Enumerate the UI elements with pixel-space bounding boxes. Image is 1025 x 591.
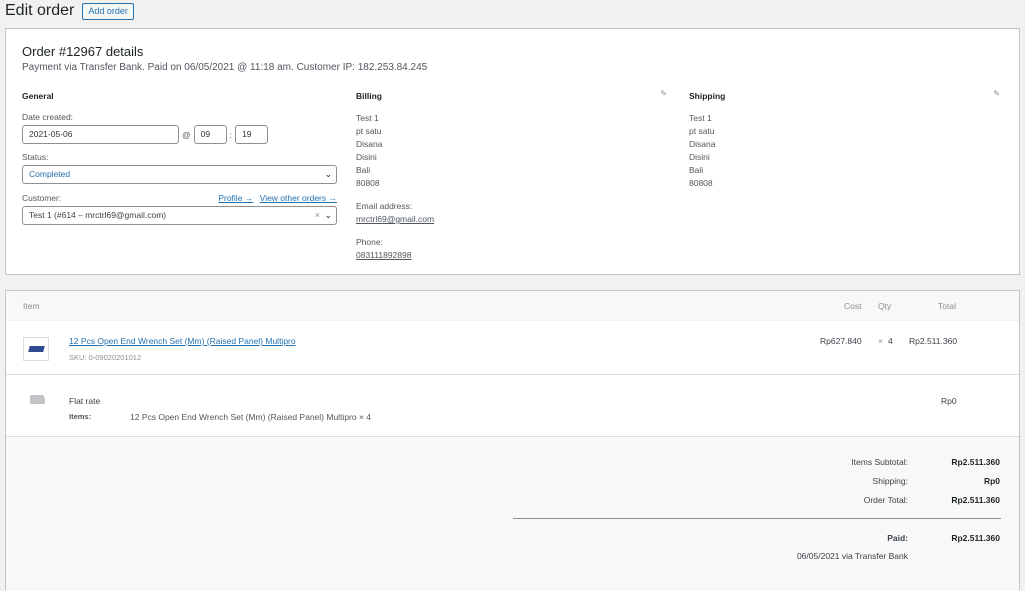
shipping-address-line: Disana <box>689 139 716 149</box>
shipping-column: ✎ Shipping Test 1 pt satu Disana Disini … <box>689 89 1004 200</box>
status-value: Completed <box>29 169 71 179</box>
billing-email: Email address: mrctrl69@gmail.com <box>356 200 671 226</box>
qty-multiplier: × <box>878 336 883 346</box>
shipping-line-total: Rp0 <box>941 396 957 406</box>
customer-select[interactable]: Test 1 (#614 – mrctrl69@gmail.com) × ⌄ <box>22 206 337 225</box>
billing-address-line: 80808 <box>356 178 380 188</box>
shipping-line-row: Flat rate Items: 12 Pcs Open End Wrench … <box>6 380 1019 437</box>
shipping-address: Test 1 pt satu Disana Disini Bali 80808 <box>689 112 1004 190</box>
billing-address-line: Bali <box>356 165 371 175</box>
edit-shipping-pencil-icon[interactable]: ✎ <box>993 89 1000 98</box>
subtotal-label: Items Subtotal: <box>851 457 908 467</box>
hour-input[interactable]: 09 <box>193 125 227 144</box>
date-created-label: Date created: <box>22 112 74 122</box>
billing-phone: Phone: 083111892898 <box>356 236 671 262</box>
order-total-value: Rp2.511.360 <box>951 495 1000 505</box>
shipping-total-row: Shipping: Rp0 <box>708 476 1000 486</box>
view-other-orders-link[interactable]: View other orders → <box>260 193 337 203</box>
order-heading: Order #12967 details <box>22 44 144 59</box>
header-item: Item <box>23 301 40 311</box>
billing-address-line: Disana <box>356 139 383 149</box>
paid-label: Paid: <box>887 533 908 543</box>
header-cost: Cost <box>844 301 862 311</box>
shipping-address-line: Disini <box>689 152 710 162</box>
billing-address-line: Disini <box>356 152 377 162</box>
order-meta: Payment via Transfer Bank. Paid on 06/05… <box>22 62 428 73</box>
product-thumbnail <box>23 337 49 361</box>
header-qty: Qty <box>878 301 892 311</box>
order-total-row: Order Total: Rp2.511.360 <box>708 495 1000 505</box>
shipping-method-name: Flat rate <box>69 396 101 406</box>
billing-title: Billing <box>356 91 382 101</box>
status-select[interactable]: Completed ⌄ <box>22 165 337 184</box>
product-sku: SKU: 0-09020201012 <box>69 353 142 362</box>
colon-separator: : <box>229 129 233 140</box>
billing-column: ✎ Billing Test 1 pt satu Disana Disini B… <box>356 89 671 272</box>
header-total: Total <box>938 301 956 311</box>
paid-note: 06/05/2021 via Transfer Bank <box>796 551 908 561</box>
chevron-down-icon: ⌄ <box>324 169 332 179</box>
shipping-address-line: Bali <box>689 165 704 175</box>
order-items-panel: Item Cost Qty Total 12 Pcs Open End Wren… <box>5 290 1020 591</box>
item-total: Rp2.511.360 <box>909 336 958 346</box>
edit-billing-pencil-icon[interactable]: ✎ <box>660 89 667 98</box>
shipping-address-line: Test 1 <box>689 113 712 123</box>
clear-icon[interactable]: × <box>315 207 320 224</box>
add-order-button[interactable]: Add order <box>82 2 134 20</box>
shipping-title: Shipping <box>689 91 726 101</box>
status-label: Status: <box>22 152 49 162</box>
shipping-total-label: Shipping: <box>872 476 908 486</box>
shipping-items-label: Items: <box>69 412 92 421</box>
profile-link[interactable]: Profile → <box>218 193 253 203</box>
billing-address-line: pt satu <box>356 126 382 136</box>
item-cost: Rp627.840 <box>820 336 862 346</box>
item-qty: 4 <box>888 336 893 346</box>
product-name-link[interactable]: 12 Pcs Open End Wrench Set (Mm) (Raised … <box>69 336 296 346</box>
paid-row: Paid: Rp2.511.360 <box>708 533 1000 543</box>
subtotal-row: Items Subtotal: Rp2.511.360 <box>708 457 1000 467</box>
email-label: Email address: <box>356 201 413 211</box>
customer-label-row: Customer: Profile → View other orders → <box>22 193 337 203</box>
billing-address-line: Test 1 <box>356 113 379 123</box>
phone-link[interactable]: 083111892898 <box>356 249 671 262</box>
shipping-address-line: pt satu <box>689 126 715 136</box>
page-title: Edit order <box>5 2 75 19</box>
table-row: 12 Pcs Open End Wrench Set (Mm) (Raised … <box>6 321 1019 375</box>
subtotal-value: Rp2.511.360 <box>951 457 1000 467</box>
date-created-input[interactable]: 2021-05-06 <box>22 125 179 144</box>
chevron-down-icon: ⌄ <box>324 210 332 220</box>
email-link[interactable]: mrctrl69@gmail.com <box>356 213 671 226</box>
totals-divider <box>513 518 1001 519</box>
shipping-total-value: Rp0 <box>983 476 1000 486</box>
at-separator: @ <box>182 129 191 140</box>
customer-value: Test 1 (#614 – mrctrl69@gmail.com) <box>29 210 167 220</box>
order-total-label: Order Total: <box>863 495 908 505</box>
order-details-panel: Order #12967 details Payment via Transfe… <box>5 28 1020 275</box>
paid-value: Rp2.511.360 <box>951 533 1000 543</box>
items-table-header: Item Cost Qty Total <box>6 291 1019 321</box>
minute-input[interactable]: 19 <box>235 125 269 144</box>
general-column: General Date created: 2021-05-06 @ 09 : … <box>22 91 337 234</box>
order-totals: Items Subtotal: Rp2.511.360 Shipping: Rp… <box>6 437 1019 591</box>
customer-label: Customer: <box>22 193 62 203</box>
page-header: Edit order Add order <box>5 0 134 22</box>
general-title: General <box>22 91 54 101</box>
truck-icon <box>30 395 45 404</box>
shipping-address-line: 80808 <box>689 178 713 188</box>
phone-label: Phone: <box>356 237 383 247</box>
billing-address: Test 1 pt satu Disana Disini Bali 80808 <box>356 112 671 190</box>
shipping-items-value: 12 Pcs Open End Wrench Set (Mm) (Raised … <box>130 412 372 422</box>
date-created-row: 2021-05-06 @ 09 : 19 <box>22 125 337 144</box>
